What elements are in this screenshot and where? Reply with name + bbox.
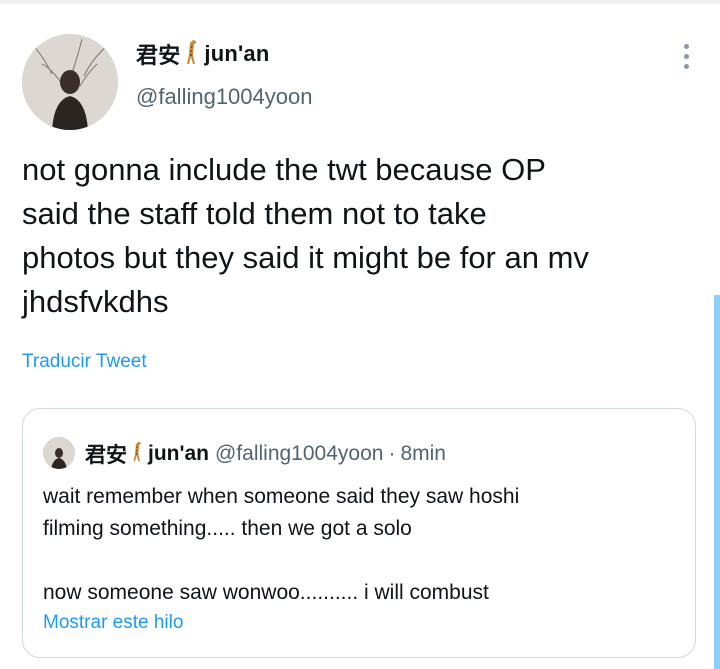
giraffe-emoji-icon [184,39,200,70]
quoted-separator: · [388,442,396,465]
more-vertical-icon[interactable] [684,44,690,69]
author-handle[interactable]: @falling1004yoon [136,84,312,110]
quoted-avatar[interactable] [43,437,75,469]
tweet-text: not gonna include the twt because OP sai… [22,152,589,319]
author-name[interactable]: 君安 jun'an [136,38,270,70]
display-name-prefix: 君安 [136,43,181,68]
quoted-text: wait remember when someone said they saw… [43,485,520,604]
quoted-tweet[interactable]: 君安 jun'an @falling1004yoon · 8min wait r… [22,408,696,658]
quoted-display-name-suffix: jun'an [148,442,209,465]
display-name-suffix: jun'an [204,41,270,66]
quoted-header: 君安 jun'an @falling1004yoon · 8min [85,439,446,469]
quoted-display-name-prefix: 君安 [85,444,127,467]
quoted-handle: @falling1004yoon [215,442,384,465]
top-divider [0,0,720,4]
quoted-timestamp: 8min [400,442,446,465]
avatar[interactable] [22,34,118,130]
translate-link[interactable]: Traducir Tweet [22,351,147,373]
scrollbar[interactable] [714,295,720,669]
giraffe-emoji-icon [131,441,144,468]
show-thread-link[interactable]: Mostrar este hilo [43,612,183,634]
